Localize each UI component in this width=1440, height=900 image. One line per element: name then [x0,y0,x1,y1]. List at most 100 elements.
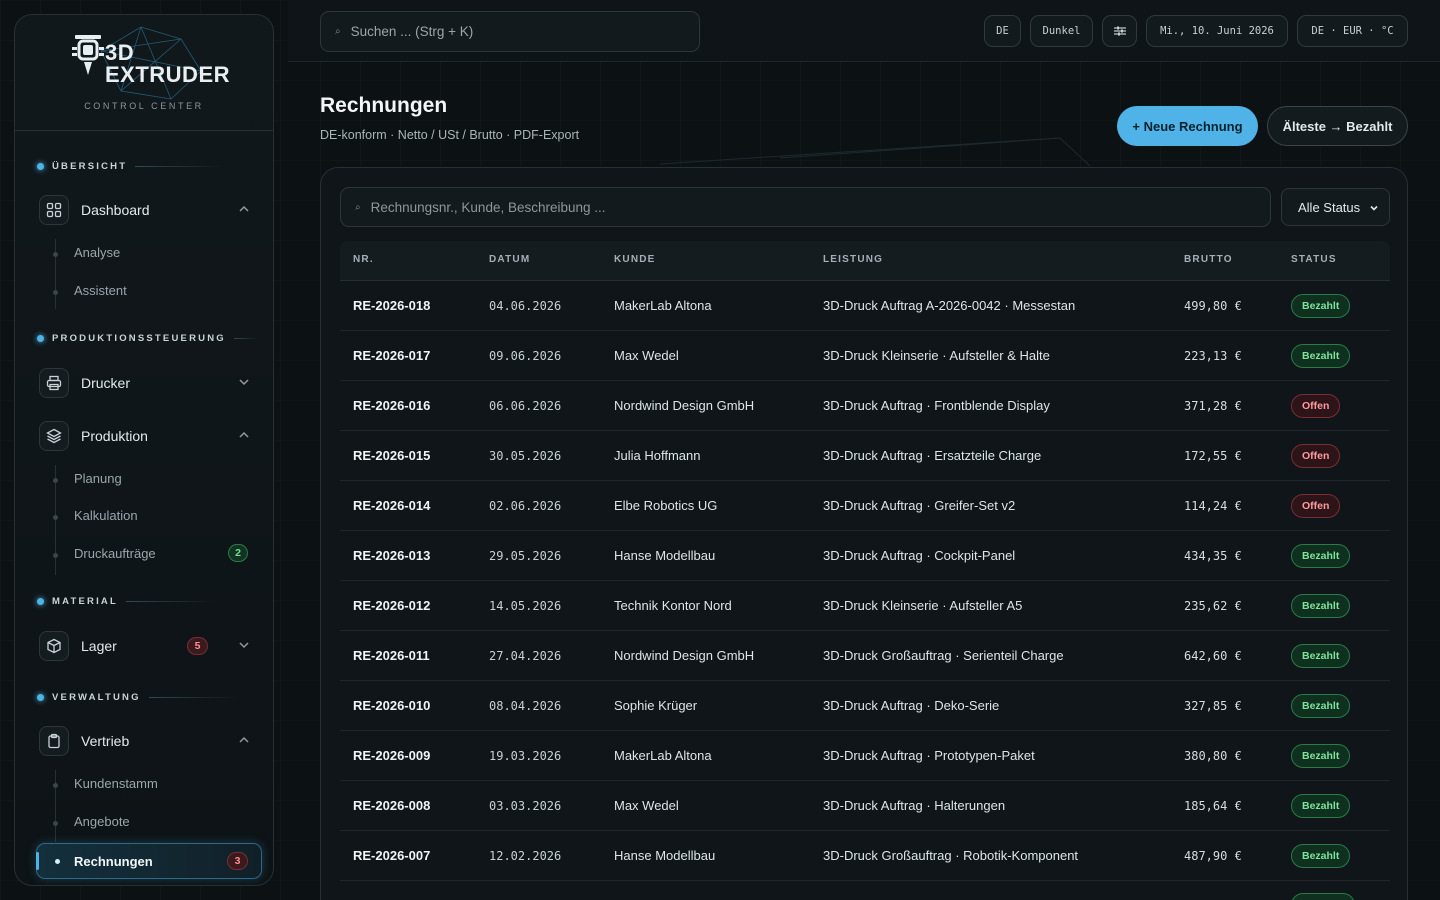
chevron-down-icon[interactable] [237,638,251,652]
table-row[interactable]: RE-2026-015 30.05.2026 Julia Hoffmann 3D-Dr… [340,431,1390,481]
column-header-brutto[interactable]: BRUTTO [1184,254,1233,265]
table-row[interactable]: RE-2026-012 14.05.2026 Technik Kontor Nord… [340,581,1390,631]
theme-toggle[interactable]: Dunkel [1030,15,1093,47]
section-divider [135,166,226,167]
column-header-nr[interactable]: NR. [353,254,374,265]
invoice-card: ⌕ Rechnungsnr., Kunde, Beschreibung ... … [320,167,1408,900]
invoice-number: RE-2026-013 [353,548,431,563]
status-filter-select[interactable]: Alle Status [1281,188,1390,226]
invoice-number: RE-2026-007 [353,848,431,863]
table-row[interactable]: RE-2026-007 12.02.2026 Hanse Modellbau 3D-D… [340,831,1390,881]
status-badge: Bezahlt [1291,694,1351,718]
invoice-date: 27.04.2026 [489,649,562,663]
search-icon: ⌕ [335,26,341,37]
sidebar-item-rechnungen[interactable]: Rechnungen 3 [36,843,262,879]
section-dot [37,335,44,342]
chevron-down-icon [1370,205,1378,211]
sub-dot [53,783,58,788]
column-header-status[interactable]: STATUS [1291,254,1337,265]
column-header-kunde[interactable]: KUNDE [614,254,656,265]
sidebar-item-assistent[interactable]: Assistent [74,283,127,298]
invoice-gross: 487,90 € [1184,849,1242,863]
sort-oldest-paid-button[interactable]: Älteste → Bezahlt [1267,106,1408,146]
invoice-gross: 327,85 € [1184,699,1242,713]
invoice-date: 03.03.2026 [489,799,562,813]
language-toggle[interactable]: DE [984,15,1021,47]
sidebar-item-kundenstamm[interactable]: Kundenstamm [74,776,158,791]
table-row[interactable]: RE-2026-013 29.05.2026 Hanse Modellbau 3D-D… [340,531,1390,581]
invoice-date: 04.06.2026 [489,299,562,313]
table-row[interactable]: RE-2026-016 06.06.2026 Nordwind Design Gmb… [340,381,1390,431]
nav-drucker[interactable]: Drucker [39,366,251,400]
nav-lager[interactable]: Lager 5 [39,629,251,663]
table-row[interactable]: RE-2026-009 19.03.2026 MakerLab Altona 3D-D… [340,731,1390,781]
dashboard-submenu: Analyse Assistent [53,239,127,309]
invoice-customer: MakerLab Altona [614,748,712,763]
settings-sliders-button[interactable] [1102,15,1137,47]
column-header-datum[interactable]: DATUM [489,254,530,265]
invoice-gross: 114,24 € [1184,499,1242,513]
table-row[interactable]: RE-2026-011 27.04.2026 Nordwind Design Gmb… [340,631,1390,681]
column-header-leistung[interactable]: LEISTUNG [823,254,883,265]
section-divider [125,601,216,602]
nav-produktion-label: Produktion [81,428,148,444]
invoice-gross: 371,28 € [1184,399,1242,413]
section-label: VERWALTUNG [52,692,141,703]
locale-selector[interactable]: DE · EUR · °C [1297,15,1408,47]
invoice-service: 3D-Druck Großauftrag · Robotik-Komponent [823,848,1079,863]
table-row[interactable]: RE-2026-014 02.06.2026 Elbe Robotics UG 3D-… [340,481,1390,531]
sidebar-item-rechnungen-label: Rechnungen [74,854,153,869]
table-row[interactable]: RE-2026-008 03.03.2026 Max Wedel 3D-Druck A… [340,781,1390,831]
sidebar-item-analyse[interactable]: Analyse [74,245,120,260]
table-row-partial[interactable] [340,881,1390,900]
invoice-service: 3D-Druck Großauftrag · Serienteil Charge [823,648,1064,663]
status-badge: Bezahlt [1291,794,1351,818]
logo-subtitle: CONTROL CENTER [84,101,204,111]
invoice-customer: Hanse Modellbau [614,848,716,863]
page-title: Rechnungen [320,94,448,117]
chevron-down-icon[interactable] [237,375,251,389]
nav-dashboard[interactable]: Dashboard [39,193,251,227]
status-badge [1291,893,1355,900]
invoice-gross: 642,60 € [1184,649,1242,663]
invoice-gross: 223,13 € [1184,349,1242,363]
status-badge: Bezahlt [1291,744,1351,768]
section-dot [37,694,44,701]
invoice-search-placeholder: Rechnungsnr., Kunde, Beschreibung ... [370,199,606,215]
invoice-date: 09.06.2026 [489,349,562,363]
invoice-gross: 185,64 € [1184,799,1242,813]
section-production-control: PRODUKTIONSSTEUERUNG [37,333,258,344]
invoice-gross: 499,80 € [1184,299,1242,313]
sidebar-item-druckauftraege[interactable]: Druckaufträge [74,546,156,561]
status-badge: Offen [1291,444,1341,468]
section-dot [37,598,44,605]
nav-produktion[interactable]: Produktion [39,419,251,453]
invoice-number: RE-2026-017 [353,348,431,363]
table-row[interactable]: RE-2026-018 04.06.2026 MakerLab Altona 3D-D… [340,281,1390,331]
section-label: ÜBERSICHT [52,161,128,172]
invoice-gross: 434,35 € [1184,549,1242,563]
invoice-customer: Max Wedel [614,798,679,813]
status-badge: Offen [1291,394,1341,418]
invoice-service: 3D-Druck Auftrag · Cockpit-Panel [823,548,1016,563]
sidebar-item-planung[interactable]: Planung [74,471,122,486]
section-overview: ÜBERSICHT [37,161,226,172]
chevron-up-icon[interactable] [237,733,251,747]
topbar: ⌕ Suchen ... (Strg + K) DE Dunkel Mi., 1… [288,0,1440,62]
table-row[interactable]: RE-2026-017 09.06.2026 Max Wedel 3D-Druck K… [340,331,1390,381]
nav-dashboard-label: Dashboard [81,202,150,218]
chevron-up-icon[interactable] [237,202,251,216]
invoice-search-input[interactable]: ⌕ Rechnungsnr., Kunde, Beschreibung ... [340,187,1271,227]
invoice-date: 29.05.2026 [489,549,562,563]
table-row[interactable]: RE-2026-010 08.04.2026 Sophie Krüger 3D-Dru… [340,681,1390,731]
new-invoice-button[interactable]: + Neue Rechnung [1117,106,1258,146]
global-search-input[interactable]: ⌕ Suchen ... (Strg + K) [320,11,700,52]
invoice-service: 3D-Druck Auftrag · Deko-Serie [823,698,1000,713]
chevron-up-icon[interactable] [237,428,251,442]
sidebar-item-kalkulation[interactable]: Kalkulation [74,508,138,523]
invoice-customer: Elbe Robotics UG [614,498,718,513]
nav-vertrieb[interactable]: Vertrieb [39,724,251,758]
global-search-placeholder: Suchen ... (Strg + K) [350,24,474,39]
status-badge: Bezahlt [1291,344,1351,368]
sidebar-item-angebote[interactable]: Angebote [74,814,130,829]
